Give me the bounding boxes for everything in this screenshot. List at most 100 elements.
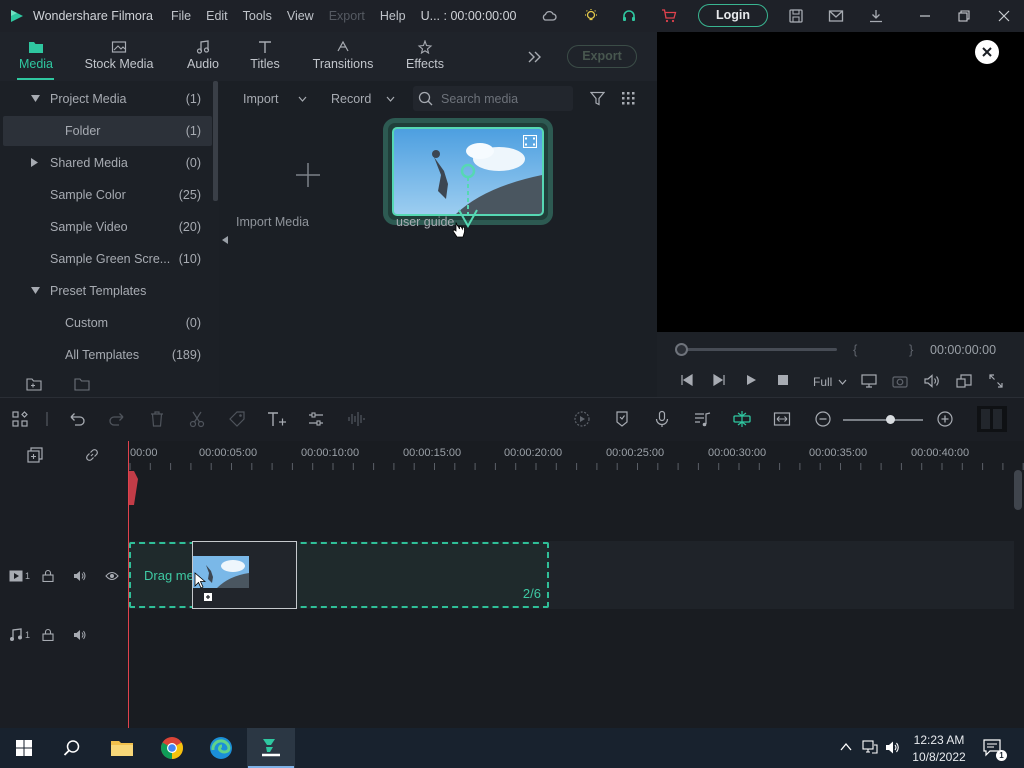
tag-icon[interactable]	[228, 410, 246, 428]
layout-icon[interactable]	[11, 410, 29, 428]
visibility-eye-icon[interactable]	[105, 570, 119, 582]
display-icon[interactable]	[861, 374, 877, 388]
tab-media[interactable]: Media	[14, 32, 58, 81]
taskbar-clock[interactable]: 12:23 AM 10/8/2022	[906, 732, 972, 766]
taskbar-filmora[interactable]	[247, 728, 295, 768]
filter-icon[interactable]	[590, 91, 605, 106]
adjust-icon[interactable]	[307, 410, 325, 428]
search-input[interactable]	[441, 90, 567, 107]
speaker-icon[interactable]	[885, 740, 901, 755]
fit-timeline-icon[interactable]	[773, 410, 791, 428]
taskbar-search-button[interactable]	[48, 728, 96, 768]
tree-item-project-media[interactable]: Project Media (1)	[3, 84, 212, 114]
headset-icon[interactable]	[621, 8, 637, 24]
tree-scrollbar[interactable]	[213, 81, 218, 201]
timeline-vertical-scrollbar[interactable]	[1014, 470, 1022, 510]
chevron-double-right-icon[interactable]	[527, 50, 543, 64]
volume-icon[interactable]	[924, 374, 940, 388]
menu-tools[interactable]: Tools	[243, 9, 272, 23]
zoom-out-icon[interactable]	[814, 410, 832, 428]
tree-item-custom[interactable]: Custom (0)	[3, 308, 212, 338]
taskbar-chrome[interactable]	[148, 728, 196, 768]
grid-view-icon[interactable]	[622, 92, 635, 105]
tree-item-sample-green-screen[interactable]: Sample Green Scre... (10)	[3, 244, 212, 274]
tree-item-preset-templates[interactable]: Preset Templates	[3, 276, 212, 306]
login-button[interactable]: Login	[698, 4, 768, 27]
track-panel-toggle-icon[interactable]	[977, 406, 1007, 432]
playhead-handle[interactable]	[122, 471, 140, 507]
voiceover-icon[interactable]	[693, 410, 711, 428]
link-icon[interactable]	[84, 447, 100, 463]
preview-seek-knob[interactable]	[675, 343, 688, 356]
collapse-panel-icon[interactable]	[222, 236, 228, 244]
fullscreen-icon[interactable]	[989, 374, 1003, 388]
chevron-down-icon[interactable]	[386, 96, 395, 102]
menu-file[interactable]: File	[171, 9, 191, 23]
start-button[interactable]	[0, 728, 48, 768]
stop-icon[interactable]	[777, 374, 789, 386]
import-media-tile[interactable]	[235, 128, 379, 220]
audio-track-1[interactable]	[128, 609, 1014, 659]
taskbar-file-explorer[interactable]	[98, 728, 146, 768]
new-folder-icon[interactable]	[26, 377, 42, 391]
tree-item-sample-color[interactable]: Sample Color (25)	[3, 180, 212, 210]
tree-item-folder[interactable]: Folder (1)	[3, 116, 212, 146]
tree-item-all-templates[interactable]: All Templates (189)	[3, 340, 212, 370]
play-icon[interactable]	[745, 374, 757, 386]
zoom-in-icon[interactable]	[936, 410, 954, 428]
preview-seek-bar[interactable]	[680, 348, 837, 351]
delete-icon[interactable]	[148, 410, 166, 428]
download-icon[interactable]	[868, 8, 884, 24]
lock-icon[interactable]	[42, 569, 54, 582]
mute-icon[interactable]	[73, 570, 87, 582]
menu-view[interactable]: View	[287, 9, 314, 23]
redo-icon[interactable]	[108, 410, 126, 428]
tab-titles[interactable]: Titles	[244, 32, 286, 81]
timeline-ruler[interactable]: 00:00 00:00:05:00 00:00:10:00 00:00:15:0…	[128, 441, 1024, 473]
import-dropdown[interactable]: Import	[243, 92, 278, 106]
tree-item-shared-media[interactable]: Shared Media (0)	[3, 148, 212, 178]
minimize-icon[interactable]	[917, 8, 933, 24]
cart-icon[interactable]	[661, 8, 677, 24]
menu-help[interactable]: Help	[380, 9, 406, 23]
step-forward-icon[interactable]	[712, 374, 726, 386]
render-preview-icon[interactable]	[573, 410, 591, 428]
tab-effects[interactable]: Effects	[402, 32, 448, 81]
cut-icon[interactable]	[188, 410, 206, 428]
tab-stock-media[interactable]: Stock Media	[80, 32, 158, 81]
save-icon[interactable]	[788, 8, 804, 24]
folder-outline-icon[interactable]	[74, 377, 90, 391]
close-preview-button[interactable]	[975, 40, 999, 64]
export-button[interactable]: Export	[567, 45, 637, 68]
crop-icon[interactable]	[956, 374, 972, 388]
add-track-icon[interactable]	[27, 447, 43, 463]
step-back-icon[interactable]	[680, 374, 694, 386]
auto-ripple-icon[interactable]	[732, 410, 752, 428]
chevron-down-icon[interactable]	[298, 96, 307, 102]
add-text-icon[interactable]	[267, 410, 287, 428]
menu-export[interactable]: Export	[329, 9, 365, 23]
caret-right-icon[interactable]	[31, 158, 39, 167]
caret-down-icon[interactable]	[31, 287, 40, 295]
zoom-slider-knob[interactable]	[886, 415, 895, 424]
tab-transitions[interactable]: Transitions	[310, 32, 376, 81]
taskbar-edge[interactable]	[197, 728, 245, 768]
zoom-slider-track[interactable]	[843, 419, 923, 421]
microphone-icon[interactable]	[653, 410, 671, 428]
mail-icon[interactable]	[828, 8, 844, 24]
tab-audio[interactable]: Audio	[183, 32, 223, 81]
cloud-icon[interactable]	[541, 8, 557, 24]
chevron-up-icon[interactable]	[840, 742, 852, 752]
caret-down-icon[interactable]	[31, 95, 40, 103]
menu-edit[interactable]: Edit	[206, 9, 228, 23]
bulb-icon[interactable]	[583, 8, 599, 24]
marker-icon[interactable]	[613, 410, 631, 428]
record-dropdown[interactable]: Record	[331, 92, 371, 106]
quality-dropdown[interactable]: Full	[813, 375, 832, 389]
restore-icon[interactable]	[956, 8, 972, 24]
network-icon[interactable]	[862, 740, 878, 755]
lock-icon[interactable]	[42, 628, 54, 641]
snapshot-icon[interactable]	[892, 374, 908, 388]
chevron-down-icon[interactable]	[838, 379, 847, 385]
close-window-icon[interactable]	[996, 8, 1012, 24]
